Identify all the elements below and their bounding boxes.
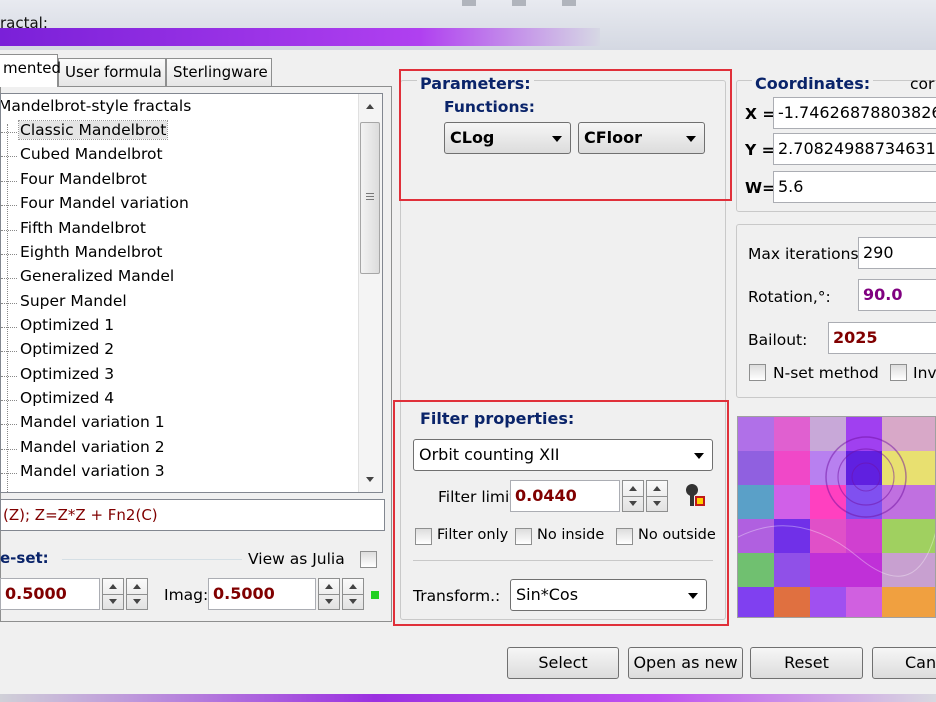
- transform-value: Sin*Cos: [516, 585, 579, 604]
- chevron-down-icon: [694, 453, 704, 459]
- spin-down-icon[interactable]: [653, 501, 661, 506]
- title-accent: [0, 28, 600, 46]
- bailout-field[interactable]: 2025: [828, 322, 936, 354]
- fractal-tree[interactable]: Mandelbrot-style fractals Classic Mandel…: [0, 93, 383, 493]
- x-label: X =: [745, 105, 776, 123]
- spin-down-icon[interactable]: [629, 501, 637, 506]
- max-iterations-field[interactable]: 290: [858, 237, 936, 269]
- no-inside-label: No inside: [537, 527, 605, 543]
- tree-guide-line: [7, 124, 8, 492]
- spin-down-icon[interactable]: [109, 599, 117, 604]
- spin-up-icon[interactable]: [109, 584, 117, 589]
- filter-title: Filter properties:: [417, 409, 578, 428]
- open-as-new-button[interactable]: Open as new: [628, 647, 743, 679]
- fractal-preview: [737, 416, 936, 618]
- w-label: W=: [745, 179, 776, 197]
- no-outside-checkbox[interactable]: [616, 528, 633, 545]
- x-field[interactable]: -1.746268788038260: [773, 97, 936, 129]
- inv-checkbox[interactable]: [890, 364, 907, 381]
- title-button-stub[interactable]: [462, 0, 476, 6]
- filter-limit-label: Filter limit:: [438, 488, 521, 506]
- filter-limit-spinner[interactable]: [622, 480, 644, 512]
- nset-method-checkbox[interactable]: [749, 364, 766, 381]
- chevron-down-icon: [552, 136, 562, 142]
- coordinates-title-suffix: cor: [910, 75, 935, 93]
- view-as-julia-checkbox[interactable]: [360, 551, 377, 568]
- function-2-select[interactable]: CFloor: [578, 122, 705, 154]
- seed-imag-field[interactable]: 0.5000: [208, 578, 316, 610]
- rotation-label: Rotation,°:: [748, 288, 831, 306]
- group-divider: [62, 559, 242, 560]
- bottom-accent: [0, 694, 936, 702]
- seed-set-label: e-set:: [0, 549, 49, 567]
- no-inside-checkbox[interactable]: [515, 528, 532, 545]
- transform-label: Transform.:: [413, 587, 501, 605]
- function-1-select[interactable]: CLog: [444, 122, 571, 154]
- seed-real-spinner-2[interactable]: [126, 578, 148, 610]
- formula-display: (Z); Z=Z*Z + Fn2(C): [0, 499, 385, 531]
- view-as-julia-label: View as Julia: [248, 550, 345, 568]
- filter-limit-field[interactable]: 0.0440: [510, 480, 620, 512]
- seed-real-field[interactable]: 0.5000: [0, 578, 100, 610]
- y-field[interactable]: 2.708249887346310: [773, 133, 936, 165]
- seed-imag-spinner[interactable]: [318, 578, 340, 610]
- spin-up-icon[interactable]: [133, 584, 141, 589]
- title-button-stub[interactable]: [512, 0, 526, 6]
- reset-button[interactable]: Reset: [750, 647, 863, 679]
- scroll-up-icon[interactable]: [366, 104, 374, 109]
- rotation-field[interactable]: 90.0: [858, 279, 936, 311]
- chevron-down-icon: [688, 593, 698, 599]
- w-field[interactable]: 5.6: [773, 171, 936, 203]
- spin-down-icon[interactable]: [133, 599, 141, 604]
- status-indicator: [371, 591, 379, 599]
- tab-sterlingware[interactable]: Sterlingware: [166, 58, 272, 86]
- scroll-down-icon[interactable]: [366, 477, 374, 482]
- spin-down-icon[interactable]: [349, 599, 357, 604]
- filter-limit-spinner-2[interactable]: [646, 480, 668, 512]
- cancel-button[interactable]: Canc: [872, 647, 936, 679]
- function-1-value: CLog: [450, 128, 495, 147]
- spin-up-icon[interactable]: [349, 584, 357, 589]
- no-outside-label: No outside: [638, 527, 716, 543]
- select-button[interactable]: Select: [507, 647, 619, 679]
- filter-type-value: Orbit counting XII: [419, 445, 560, 464]
- function-2-value: CFloor: [584, 128, 643, 147]
- filter-type-select[interactable]: Orbit counting XII: [413, 439, 713, 471]
- filter-only-checkbox[interactable]: [415, 528, 432, 545]
- scroll-thumb[interactable]: [360, 122, 380, 274]
- tab-implemented[interactable]: mented: [0, 54, 61, 87]
- inv-label: Inv: [913, 364, 936, 382]
- tools-icon[interactable]: [682, 482, 708, 510]
- window-title: ractal:: [0, 14, 48, 32]
- chevron-down-icon: [686, 136, 696, 142]
- title-button-stub[interactable]: [562, 0, 576, 6]
- spin-up-icon[interactable]: [653, 486, 661, 491]
- tab-user-formula[interactable]: User formula: [58, 58, 166, 86]
- title-bar: ractal:: [0, 0, 936, 50]
- spin-down-icon[interactable]: [325, 599, 333, 604]
- seed-imag-spinner-2[interactable]: [342, 578, 364, 610]
- seed-real-spinner[interactable]: [102, 578, 124, 610]
- transform-select[interactable]: Sin*Cos: [510, 579, 707, 611]
- max-iterations-label: Max iterations:: [748, 245, 864, 263]
- imag-label: Imag:: [164, 586, 209, 604]
- parameters-title: Parameters:: [417, 74, 534, 93]
- functions-label: Functions:: [444, 98, 535, 116]
- filter-divider: [413, 560, 713, 561]
- y-label: Y =: [745, 141, 775, 159]
- spin-up-icon[interactable]: [629, 486, 637, 491]
- bailout-label: Bailout:: [748, 331, 808, 349]
- coordinates-title: Coordinates:: [752, 74, 874, 93]
- nset-method-label: N-set method: [773, 364, 879, 382]
- filter-only-label: Filter only: [437, 527, 509, 543]
- spin-up-icon[interactable]: [325, 584, 333, 589]
